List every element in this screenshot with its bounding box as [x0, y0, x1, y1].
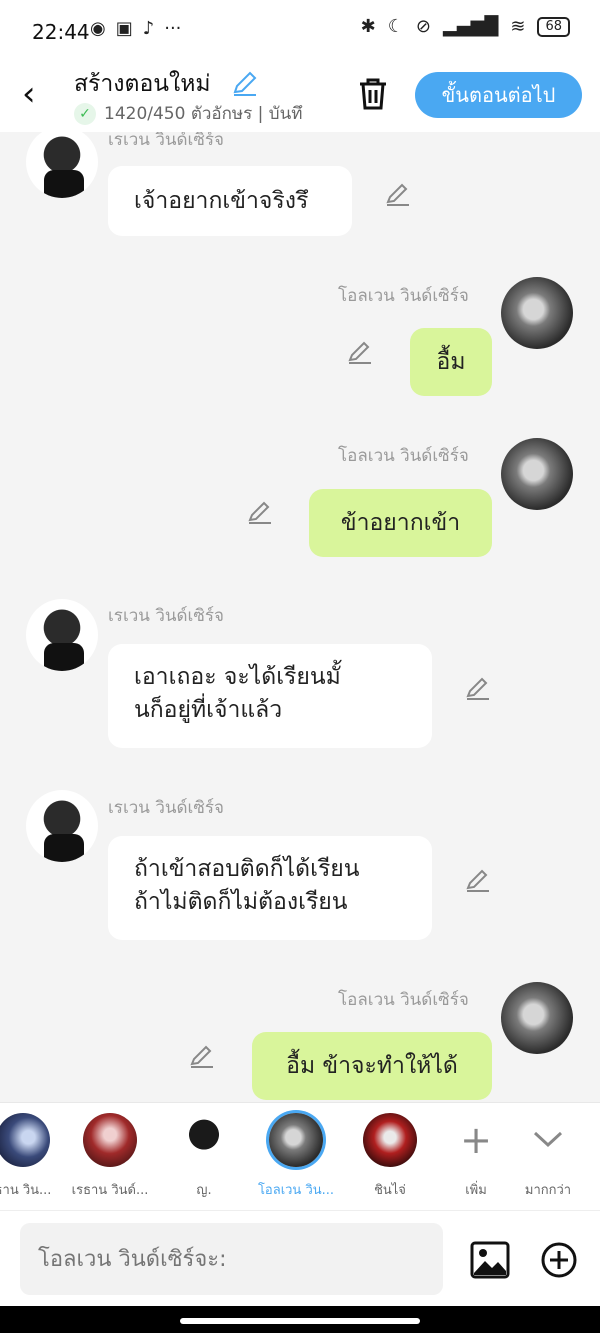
moon-icon: ☾: [387, 16, 404, 37]
message-bubble[interactable]: ข้าอยากเข้า: [309, 489, 492, 557]
message-bubble[interactable]: อื้ม: [410, 328, 492, 396]
character-selector: ธาน วิน... เรธาน วินด์... ญ. โอลเวน วิน.…: [0, 1102, 600, 1211]
chevron-down-icon: [521, 1113, 575, 1167]
sender-name: โอลเวน วินด์เซิร์จ: [338, 446, 469, 466]
bluetooth-icon: ✱: [360, 16, 376, 37]
character-avatar: [177, 1113, 231, 1167]
bell-off-icon: ⊘: [415, 16, 431, 37]
more-characters-label: มากกว่า: [524, 1183, 572, 1198]
character-label: ญ.: [196, 1183, 212, 1198]
character-count-row: ✓ 1420/450 ตัวอักษร | บันทึ: [74, 100, 302, 127]
character-item[interactable]: เรธาน วินด์...: [65, 1113, 155, 1200]
message-bubble[interactable]: อื้ม ข้าจะทำให้ได้: [252, 1032, 492, 1100]
character-avatar: [363, 1113, 417, 1167]
edit-message-icon[interactable]: [384, 180, 412, 208]
app-header: ‹ สร้างตอนใหม่ ✓ 1420/450 ตัวอักษร | บัน…: [0, 62, 600, 132]
avatar[interactable]: [501, 982, 573, 1054]
more-notifications-icon: ···: [164, 18, 182, 39]
edit-title-icon[interactable]: [230, 68, 260, 98]
trash-icon[interactable]: [356, 76, 390, 112]
character-item[interactable]: ธาน วิน...: [0, 1113, 68, 1200]
check-icon: ✓: [74, 102, 96, 125]
avatar[interactable]: [501, 438, 573, 510]
character-avatar: [269, 1113, 323, 1167]
image-icon[interactable]: [470, 1241, 510, 1279]
avatar[interactable]: [501, 277, 573, 349]
battery-icon: 68: [537, 16, 570, 37]
facebook-icon: ▣: [115, 18, 133, 39]
sender-name: เรเวน วินด์เซิร์จ: [108, 132, 224, 150]
edit-message-icon[interactable]: [464, 866, 492, 894]
page-title: สร้างตอนใหม่: [74, 71, 211, 97]
character-label: โอลเวน วิน...: [257, 1183, 335, 1198]
character-item[interactable]: ญ.: [159, 1113, 249, 1200]
message-bubble[interactable]: เจ้าอยากเข้าจริงรึ: [108, 166, 352, 236]
tiktok-icon: ♪: [142, 18, 155, 39]
message-input[interactable]: [20, 1223, 443, 1295]
messenger-icon: ◉: [90, 18, 106, 39]
avatar[interactable]: [26, 790, 98, 862]
sender-name: โอลเวน วินด์เซิร์จ: [338, 990, 469, 1010]
character-label: เรธาน วินด์...: [71, 1183, 149, 1198]
avatar[interactable]: [26, 132, 98, 198]
notification-icons: ◉ ▣ ♪ ···: [90, 18, 181, 39]
edit-message-icon[interactable]: [246, 498, 274, 526]
character-avatar: [0, 1113, 50, 1167]
signal-icon: ▂▄▆█: [442, 16, 499, 37]
edit-message-icon[interactable]: [346, 338, 374, 366]
character-item[interactable]: โอลเวน วิน...: [251, 1113, 341, 1200]
status-icons: ✱ ☾ ⊘ ▂▄▆█ ≋ 68: [361, 16, 570, 37]
edit-message-icon[interactable]: [464, 674, 492, 702]
composer: [0, 1210, 600, 1307]
status-bar: 22:44 ◉ ▣ ♪ ··· ✱ ☾ ⊘ ▂▄▆█ ≋ 68: [0, 0, 600, 62]
message-bubble[interactable]: ถ้าเข้าสอบติดก็ได้เรียน ถ้าไม่ติดก็ไม่ต้…: [108, 836, 432, 940]
character-count: 1420/450 ตัวอักษร | บันทึ: [104, 104, 303, 124]
home-indicator[interactable]: [180, 1318, 420, 1324]
add-circle-icon[interactable]: [540, 1241, 578, 1279]
next-step-button[interactable]: ขั้นตอนต่อไป: [415, 72, 582, 118]
message-bubble[interactable]: เอาเถอะ จะได้เรียนมั้ นก็อยู่ที่เจ้าแล้ว: [108, 644, 432, 748]
avatar[interactable]: [26, 599, 98, 671]
edit-message-icon[interactable]: [188, 1042, 216, 1070]
system-nav-bar: [0, 1306, 600, 1333]
plus-icon: +: [460, 1118, 492, 1162]
sender-name: เรเวน วินด์เซิร์จ: [108, 606, 224, 626]
more-characters-button[interactable]: มากกว่า: [503, 1113, 593, 1200]
character-label: ธาน วิน...: [0, 1183, 52, 1198]
sender-name: โอลเวน วินด์เซิร์จ: [338, 286, 469, 306]
character-item[interactable]: ชินไจ่: [345, 1113, 435, 1200]
sender-name: เรเวน วินด์เซิร์จ: [108, 798, 224, 818]
wifi-icon: ≋: [510, 16, 526, 37]
character-label: ชินไจ่: [374, 1183, 406, 1198]
character-avatar: [83, 1113, 137, 1167]
status-time: 22:44: [32, 20, 90, 44]
back-icon[interactable]: ‹: [22, 74, 36, 114]
chat-area: เรเวน วินด์เซิร์จ เจ้าอยากเข้าจริงรึ โอล…: [0, 132, 600, 1102]
